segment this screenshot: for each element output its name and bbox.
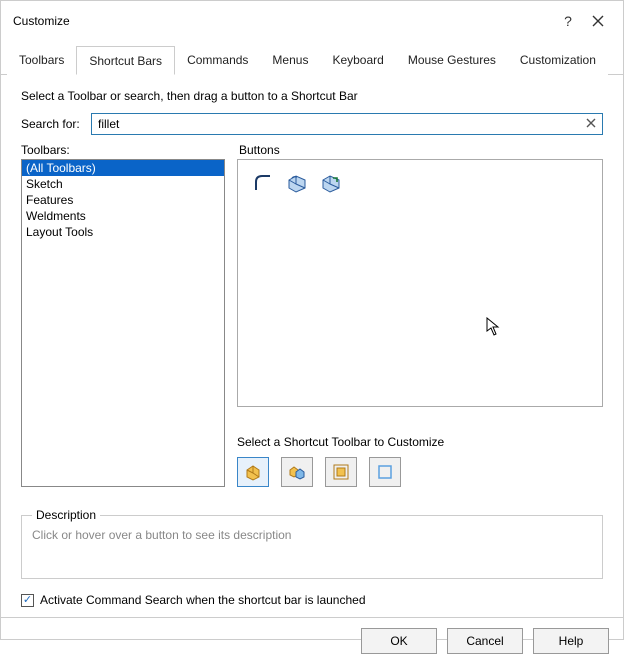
tab-commands[interactable]: Commands xyxy=(175,46,260,75)
shortcut-assembly-button[interactable] xyxy=(281,457,313,487)
help-button[interactable]: ? xyxy=(553,9,583,33)
shortcut-toolbar-chooser xyxy=(237,457,603,487)
help-footer-button[interactable]: Help xyxy=(533,628,609,654)
shortcut-label: Select a Shortcut Toolbar to Customize xyxy=(237,435,603,449)
description-group: Description Click or hover over a button… xyxy=(21,515,603,579)
ok-button[interactable]: OK xyxy=(361,628,437,654)
list-item[interactable]: Features xyxy=(22,192,224,208)
tab-menus[interactable]: Menus xyxy=(260,46,320,75)
close-icon xyxy=(592,15,604,27)
part-icon xyxy=(243,462,263,482)
close-button[interactable] xyxy=(583,9,613,33)
filletxpert-icon xyxy=(320,172,342,194)
tab-shortcut-bars[interactable]: Shortcut Bars xyxy=(76,46,175,75)
description-label: Description xyxy=(32,508,100,522)
tab-keyboard[interactable]: Keyboard xyxy=(320,46,395,75)
list-item[interactable]: Sketch xyxy=(22,176,224,192)
tab-bar: Toolbars Shortcut Bars Commands Menus Ke… xyxy=(1,45,623,75)
fillet-button[interactable] xyxy=(284,170,310,196)
fillet-icon xyxy=(286,172,308,194)
sketch-fillet-button[interactable] xyxy=(250,170,276,196)
instruction-text: Select a Toolbar or search, then drag a … xyxy=(21,89,603,103)
clear-icon xyxy=(585,117,597,129)
shortcut-drawing-button[interactable] xyxy=(325,457,357,487)
shortcut-sketch-button[interactable] xyxy=(369,457,401,487)
assembly-icon xyxy=(287,462,307,482)
buttons-label: Buttons xyxy=(239,143,603,157)
sketch-mode-icon xyxy=(375,462,395,482)
buttons-panel xyxy=(237,159,603,407)
toolbars-label: Toolbars: xyxy=(21,143,225,157)
list-item[interactable]: Weldments xyxy=(22,208,224,224)
toolbars-listbox[interactable]: (All Toolbars) Sketch Features Weldments… xyxy=(21,159,225,487)
list-item[interactable]: Layout Tools xyxy=(22,224,224,240)
search-field-wrap xyxy=(91,113,603,135)
tab-customization[interactable]: Customization xyxy=(508,46,608,75)
activate-search-checkbox[interactable]: ✓ xyxy=(21,594,34,607)
tab-mouse-gestures[interactable]: Mouse Gestures xyxy=(396,46,508,75)
dialog-footer: OK Cancel Help xyxy=(1,617,623,664)
shortcut-part-button[interactable] xyxy=(237,457,269,487)
filletxpert-button[interactable] xyxy=(318,170,344,196)
clear-search-button[interactable] xyxy=(580,116,602,132)
window-title: Customize xyxy=(13,14,553,28)
drawing-icon xyxy=(331,462,351,482)
tab-toolbars[interactable]: Toolbars xyxy=(7,46,76,75)
search-label: Search for: xyxy=(21,117,91,131)
search-input[interactable] xyxy=(92,114,580,134)
list-item[interactable]: (All Toolbars) xyxy=(22,160,224,176)
sketch-fillet-icon xyxy=(252,172,274,194)
description-placeholder: Click or hover over a button to see its … xyxy=(32,528,592,542)
cancel-button[interactable]: Cancel xyxy=(447,628,523,654)
activate-search-label: Activate Command Search when the shortcu… xyxy=(40,593,366,607)
